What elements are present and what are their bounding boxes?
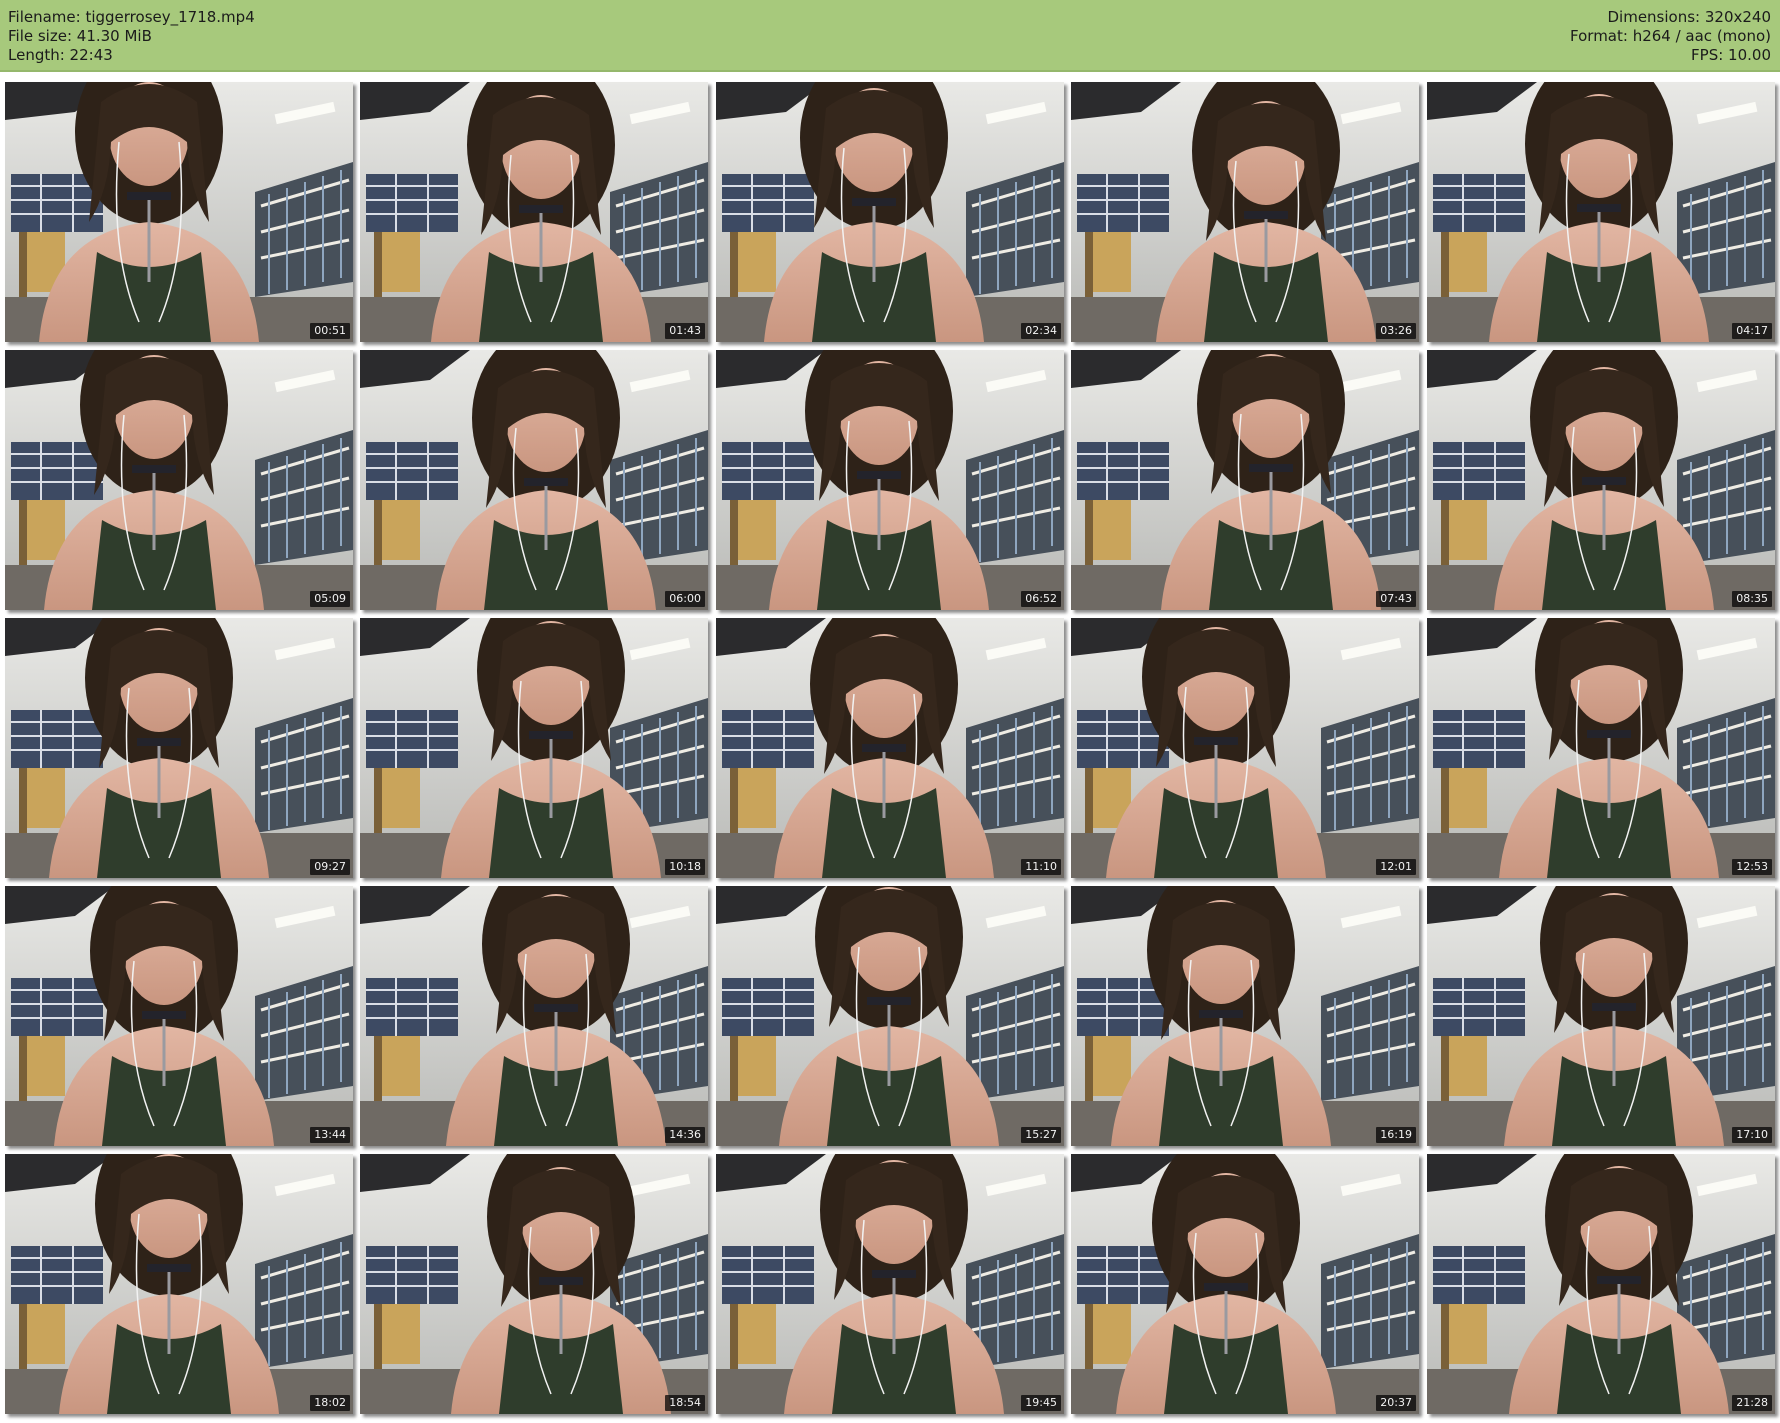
info-header: Filename: tiggerrosey_1718.mp4 File size… (0, 0, 1780, 72)
thumbnail: 04:17 (1427, 82, 1775, 342)
thumbnail: 13:44 (5, 886, 353, 1146)
thumbnail: 18:54 (360, 1154, 708, 1414)
thumbnail-timestamp: 18:02 (310, 1395, 350, 1411)
dimensions-text: Dimensions: 320x240 (1607, 8, 1771, 26)
thumbnail-image (1071, 1154, 1419, 1414)
thumbnail-timestamp: 15:27 (1021, 1127, 1061, 1143)
thumbnail-timestamp: 12:01 (1376, 859, 1416, 875)
thumbnail-image (1427, 886, 1775, 1146)
thumbnail: 09:27 (5, 618, 353, 878)
thumbnail-timestamp: 06:00 (665, 591, 705, 607)
length-text: Length: 22:43 (8, 46, 113, 64)
thumbnail-image (1071, 886, 1419, 1146)
thumbnail: 06:52 (716, 350, 1064, 610)
thumbnail-timestamp: 19:45 (1021, 1395, 1061, 1411)
thumbnail-image (1427, 1154, 1775, 1414)
thumbnail-timestamp: 10:18 (665, 859, 705, 875)
thumbnail-image (5, 82, 353, 342)
file-info: Filename: tiggerrosey_1718.mp4 File size… (8, 8, 255, 65)
thumbnail: 12:53 (1427, 618, 1775, 878)
thumbnail-timestamp: 13:44 (310, 1127, 350, 1143)
thumbnail-image (5, 886, 353, 1146)
thumbnail: 16:19 (1071, 886, 1419, 1146)
thumbnail-timestamp: 18:54 (665, 1395, 705, 1411)
thumbnail: 14:36 (360, 886, 708, 1146)
thumbnail-timestamp: 00:51 (310, 323, 350, 339)
file-size-text: File size: 41.30 MiB (8, 27, 152, 45)
thumbnail-image (1427, 618, 1775, 878)
thumbnail-timestamp: 12:53 (1732, 859, 1772, 875)
thumbnail: 15:27 (716, 886, 1064, 1146)
thumbnail: 03:26 (1071, 82, 1419, 342)
thumbnail-timestamp: 08:35 (1732, 591, 1772, 607)
thumbnail-timestamp: 11:10 (1021, 859, 1061, 875)
thumbnail-image (716, 618, 1064, 878)
thumbnail: 19:45 (716, 1154, 1064, 1414)
thumbnail-timestamp: 07:43 (1376, 591, 1416, 607)
thumbnail: 21:28 (1427, 1154, 1775, 1414)
thumbnail-timestamp: 01:43 (665, 323, 705, 339)
thumbnail-timestamp: 14:36 (665, 1127, 705, 1143)
thumbnail-image (1071, 82, 1419, 342)
thumbnail-image (360, 82, 708, 342)
thumbnail-timestamp: 02:34 (1021, 323, 1061, 339)
thumbnail-image (360, 1154, 708, 1414)
thumbnail-image (5, 618, 353, 878)
thumbnail: 06:00 (360, 350, 708, 610)
thumbnail: 01:43 (360, 82, 708, 342)
thumbnail-timestamp: 20:37 (1376, 1395, 1416, 1411)
filename-text: Filename: tiggerrosey_1718.mp4 (8, 8, 255, 26)
thumbnail-image (360, 350, 708, 610)
thumbnail-image (360, 886, 708, 1146)
thumbnail-grid: 00:51 01:43 02:34 03:26 04:17 05:09 06:0… (0, 82, 1780, 1422)
thumbnail-image (1427, 350, 1775, 610)
thumbnail-timestamp: 03:26 (1376, 323, 1416, 339)
thumbnail-image (1427, 82, 1775, 342)
thumbnail-image (5, 1154, 353, 1414)
thumbnail-image (716, 82, 1064, 342)
thumbnail-timestamp: 17:10 (1732, 1127, 1772, 1143)
thumbnail: 17:10 (1427, 886, 1775, 1146)
thumbnail-timestamp: 04:17 (1732, 323, 1772, 339)
thumbnail-image (716, 1154, 1064, 1414)
stream-info: Dimensions: 320x240 Format: h264 / aac (… (1570, 8, 1771, 65)
thumbnail: 02:34 (716, 82, 1064, 342)
fps-text: FPS: 10.00 (1691, 46, 1771, 64)
thumbnail-timestamp: 16:19 (1376, 1127, 1416, 1143)
thumbnail: 08:35 (1427, 350, 1775, 610)
thumbnail: 10:18 (360, 618, 708, 878)
thumbnail: 20:37 (1071, 1154, 1419, 1414)
thumbnail: 18:02 (5, 1154, 353, 1414)
thumbnail-timestamp: 06:52 (1021, 591, 1061, 607)
thumbnail-image (716, 886, 1064, 1146)
thumbnail-image (1071, 350, 1419, 610)
thumbnail: 05:09 (5, 350, 353, 610)
thumbnail-image (5, 350, 353, 610)
thumbnail-timestamp: 21:28 (1732, 1395, 1772, 1411)
thumbnail-image (360, 618, 708, 878)
thumbnail: 11:10 (716, 618, 1064, 878)
thumbnail-image (716, 350, 1064, 610)
thumbnail: 07:43 (1071, 350, 1419, 610)
thumbnail: 12:01 (1071, 618, 1419, 878)
thumbnail-timestamp: 05:09 (310, 591, 350, 607)
thumbnail-image (1071, 618, 1419, 878)
thumbnail-timestamp: 09:27 (310, 859, 350, 875)
thumbnail: 00:51 (5, 82, 353, 342)
format-text: Format: h264 / aac (mono) (1570, 27, 1771, 45)
